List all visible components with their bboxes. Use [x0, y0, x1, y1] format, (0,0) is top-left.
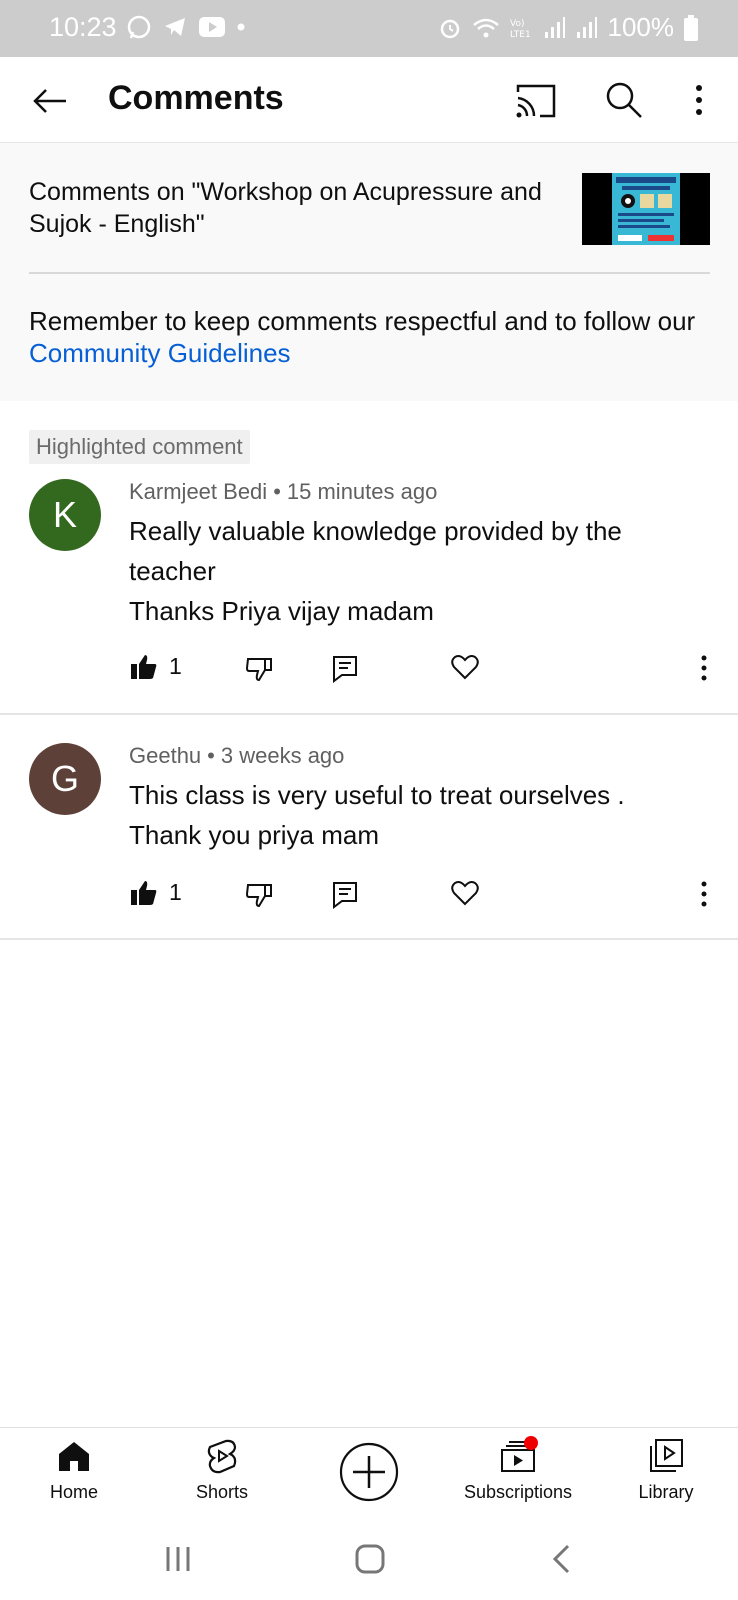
thumbnail-poster: [612, 173, 680, 245]
shorts-icon: [207, 1439, 237, 1474]
svg-text:LTE1: LTE1: [510, 30, 531, 40]
comment-body: Really valuable knowledge provided by th…: [129, 511, 689, 631]
comment-author[interactable]: Geethu: [129, 743, 201, 768]
guidelines-text: Remember to keep comments respectful and…: [29, 306, 696, 336]
home-icon: [59, 1442, 89, 1471]
home-button-icon[interactable]: [354, 1543, 386, 1575]
notification-dot: [524, 1436, 538, 1450]
avatar[interactable]: G: [29, 743, 101, 815]
status-notification-icons: [126, 14, 246, 40]
like-count: 1: [169, 879, 182, 905]
battery-icon: [684, 14, 698, 41]
comment-meta: Karmjeet Bedi • 15 minutes ago: [129, 479, 437, 505]
comment-item: Highlighted comment K Karmjeet Bedi • 15 m…: [0, 401, 738, 715]
volte-icon: Vo)LTE1: [510, 19, 531, 40]
comment-time: 3 weeks ago: [220, 743, 345, 768]
reply-icon[interactable]: [332, 655, 358, 683]
like-count: 1: [169, 653, 182, 679]
header-divider: [29, 272, 710, 274]
status-time: 10:23: [49, 12, 117, 42]
meta-separator: •: [207, 743, 215, 768]
nav-label: Subscriptions: [463, 1482, 573, 1502]
library-icon: [650, 1439, 683, 1472]
comment-line: This class is very useful to treat ourse…: [129, 780, 625, 810]
back-arrow-icon[interactable]: [30, 81, 70, 121]
page-title: Comments: [108, 79, 284, 117]
status-right: Vo) LTE1 100%: [438, 12, 698, 43]
signal-icon: [544, 16, 565, 38]
comment-actions: 1: [0, 875, 738, 915]
reply-icon[interactable]: [332, 881, 358, 909]
add-circle-icon: [339, 1442, 399, 1502]
video-thumbnail[interactable]: [582, 173, 710, 245]
thumbs-down-icon[interactable]: [245, 655, 273, 683]
system-nav-bar: [0, 1515, 738, 1600]
nav-home[interactable]: Home: [28, 1428, 120, 1516]
video-title: Comments on "Workshop on Acupressure and…: [29, 178, 542, 238]
nav-shorts[interactable]: Shorts: [176, 1428, 268, 1516]
nav-label: Home: [49, 1482, 98, 1502]
comment-body: This class is very useful to treat ourse…: [129, 775, 689, 855]
battery-percent: 100%: [607, 12, 675, 42]
svg-text:Vo): Vo): [510, 19, 524, 29]
heart-icon[interactable]: [451, 653, 479, 681]
dot-icon: [237, 23, 245, 31]
thumbs-up-icon[interactable]: [130, 879, 158, 907]
alarm-icon: [440, 19, 459, 38]
bottom-nav: Home Shorts Subscriptions Library: [0, 1427, 738, 1515]
more-vert-icon[interactable]: [684, 80, 714, 120]
signal-icon: [576, 16, 597, 38]
poster-graphic-icon: [616, 177, 676, 241]
nav-label: Shorts: [195, 1482, 249, 1502]
app-bar: Comments: [0, 57, 738, 143]
back-button-icon[interactable]: [550, 1543, 572, 1575]
comment-time: 15 minutes ago: [286, 479, 438, 504]
community-guidelines-link[interactable]: Community Guidelines: [29, 338, 291, 368]
avatar[interactable]: K: [29, 479, 101, 551]
nav-label: Library: [638, 1482, 694, 1502]
telegram-icon: [165, 18, 185, 36]
create-button[interactable]: [337, 1428, 401, 1516]
heart-icon[interactable]: [451, 879, 479, 907]
more-vert-icon[interactable]: [694, 879, 714, 909]
whatsapp-icon: [127, 15, 151, 39]
youtube-icon: [199, 17, 225, 37]
comment-item: G Geethu • 3 weeks ago This class is very …: [0, 715, 738, 940]
comment-line: Really valuable knowledge provided by th…: [129, 516, 622, 586]
comment-actions: 1: [0, 649, 738, 689]
status-bar: 10:23 Vo) LTE1 100%: [0, 0, 738, 57]
guidelines-notice: Remember to keep comments respectful and…: [29, 305, 719, 369]
wifi-icon: [472, 18, 499, 37]
more-vert-icon[interactable]: [694, 653, 714, 683]
highlighted-comment-badge: Highlighted comment: [29, 430, 250, 464]
thumbs-down-icon[interactable]: [245, 881, 273, 909]
meta-separator: •: [273, 479, 281, 504]
comment-author[interactable]: Karmjeet Bedi: [129, 479, 267, 504]
comment-line: Thank you priya mam: [129, 820, 379, 850]
cast-icon[interactable]: [514, 82, 558, 120]
search-icon[interactable]: [604, 80, 644, 120]
nav-library[interactable]: Library: [620, 1428, 712, 1516]
comments-header: Comments on "Workshop on Acupressure and…: [0, 143, 738, 401]
comment-line: Thanks Priya vijay madam: [129, 596, 434, 626]
nav-subscriptions[interactable]: Subscriptions: [448, 1428, 588, 1516]
recent-apps-icon[interactable]: [163, 1545, 193, 1573]
thumbs-up-icon[interactable]: [130, 653, 158, 681]
comment-meta: Geethu • 3 weeks ago: [129, 743, 344, 769]
